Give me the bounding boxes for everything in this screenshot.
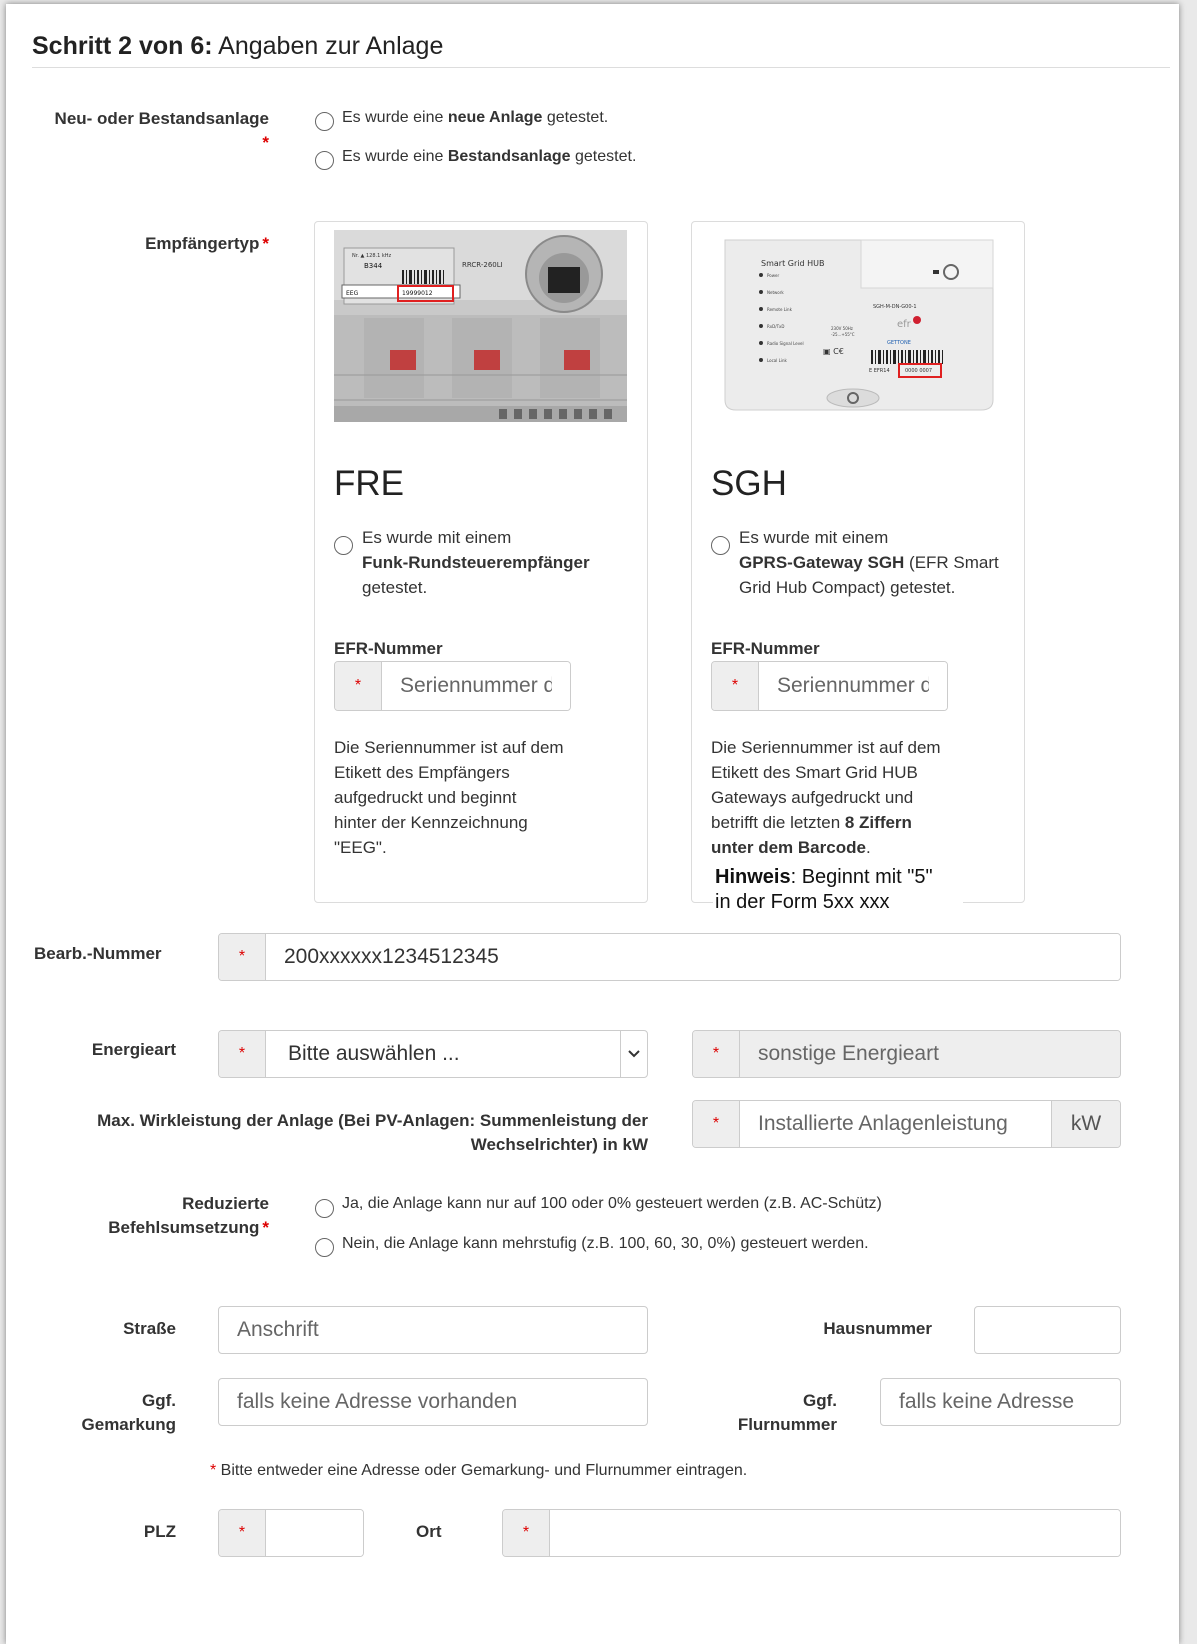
radio-bestandsanlage[interactable] — [315, 151, 334, 170]
efr-nummer-fre-input[interactable] — [382, 662, 570, 710]
svg-text:Radio Signal Level: Radio Signal Level — [767, 341, 804, 346]
svg-text:Network: Network — [767, 290, 784, 295]
sgh-hint: Hinweis: Beginnt mit "5" in der Form 5xx… — [713, 865, 963, 915]
svg-text:-25...+55°C: -25...+55°C — [831, 332, 855, 337]
card-fre-title: FRE — [334, 464, 404, 503]
svg-text:efr: efr — [897, 319, 912, 330]
neu-bestand-label: Neu- oder Bestandsanlage * — [54, 109, 269, 152]
required-marker: * — [219, 934, 266, 980]
sonstige-energieart-input — [740, 1031, 1120, 1077]
bearb-nummer-input[interactable] — [266, 934, 1120, 980]
efr-nummer-label-fre: EFR-Nummer — [334, 639, 443, 658]
bearb-nummer-group: * — [218, 933, 1121, 981]
radio-reduziert-ja[interactable] — [315, 1199, 334, 1218]
bearb-nummer-label: Bearb.-Nummer — [34, 944, 162, 963]
svg-text:Power: Power — [767, 273, 779, 278]
page-title: Schritt 2 von 6: Angaben zur Anlage — [32, 32, 444, 60]
sgh-gateway-image: Smart Grid HUB Power Network Remote Link… — [711, 230, 1004, 422]
efr-nummer-fre-group: * — [334, 661, 571, 711]
efr-nummer-sgh-input[interactable] — [759, 662, 947, 710]
efr-fre-help-text: Die Seriennummer ist auf dem Etikett des… — [334, 738, 564, 857]
svg-text:Nr. ▲ 128.1 kHz: Nr. ▲ 128.1 kHz — [352, 253, 392, 259]
chevron-down-icon[interactable] — [620, 1031, 647, 1077]
unit-kw: kW — [1051, 1101, 1120, 1147]
required-marker: * — [219, 1031, 266, 1077]
title-divider — [32, 67, 1170, 68]
plz-label: PLZ — [143, 1522, 176, 1541]
efr-nummer-sgh-group: * — [711, 661, 948, 711]
efr-sgh-help-text: Die Seriennummer ist auf dem Etikett des… — [711, 738, 941, 857]
ort-input[interactable] — [550, 1510, 1120, 1556]
radio-sgh-label: Es wurde mit einem GPRS-Gateway SGH (EFR… — [739, 528, 999, 597]
gemarkung-input[interactable] — [218, 1378, 648, 1426]
svg-text:▣ C€: ▣ C€ — [823, 347, 844, 356]
radio-bestandsanlage-label: Es wurde eine Bestandsanlage getestet. — [342, 148, 637, 165]
svg-text:Smart Grid HUB: Smart Grid HUB — [761, 259, 824, 268]
plz-group: * — [218, 1509, 364, 1557]
svg-text:Remote Link: Remote Link — [767, 307, 793, 312]
radio-sgh[interactable] — [711, 536, 730, 555]
required-marker: * — [219, 1510, 266, 1556]
efr-nummer-label-sgh: EFR-Nummer — [711, 639, 820, 658]
radio-reduziert-nein-label: Nein, die Anlage kann mehrstufig (z.B. 1… — [342, 1235, 869, 1252]
svg-text:0000 0007: 0000 0007 — [905, 368, 932, 374]
wirkleistung-label: Max. Wirkleistung der Anlage (Bei PV-Anl… — [97, 1111, 648, 1154]
reduzierte-befehlsumsetzung-label: Reduzierte Befehlsumsetzung * — [108, 1194, 269, 1237]
card-fre: Nr. ▲ 128.1 kHz B344 RRCR-260LI EEG 1999… — [314, 221, 648, 903]
svg-text:GETTONE: GETTONE — [887, 340, 911, 346]
strasse-input[interactable] — [218, 1306, 648, 1354]
energieart-select[interactable]: Bitte auswählen ... — [266, 1031, 647, 1077]
svg-text:230V 50Hz: 230V 50Hz — [831, 326, 853, 331]
svg-text:RxD/TxD: RxD/TxD — [767, 324, 784, 329]
card-sgh-title: SGH — [711, 464, 787, 503]
plz-input[interactable] — [266, 1510, 363, 1556]
energieart-select-value: Bitte auswählen ... — [288, 1042, 460, 1065]
required-marker: * — [693, 1101, 740, 1147]
required-marker: * — [712, 662, 759, 710]
energieart-label: Energieart — [91, 1040, 176, 1059]
svg-text:Local Link: Local Link — [767, 358, 788, 363]
wirkleistung-group: * kW — [692, 1100, 1121, 1148]
svg-text:B344: B344 — [364, 262, 383, 270]
gemarkung-label: Ggf. Gemarkung — [81, 1391, 176, 1434]
radio-fre[interactable] — [334, 536, 353, 555]
address-note: * Bitte entweder eine Adresse oder Gemar… — [210, 1462, 748, 1479]
hausnummer-input[interactable] — [974, 1306, 1121, 1354]
required-marker: * — [693, 1031, 740, 1077]
svg-text:E EFR14: E EFR14 — [869, 368, 890, 374]
svg-text:SGH-M-DN-G00-1: SGH-M-DN-G00-1 — [873, 304, 917, 310]
radio-neue-anlage-label: Es wurde eine neue Anlage getestet. — [342, 109, 609, 126]
flurnummer-input[interactable] — [880, 1378, 1121, 1426]
required-marker: * — [335, 662, 382, 710]
form-page: Schritt 2 von 6: Angaben zur Anlage Neu-… — [6, 4, 1179, 1644]
radio-reduziert-nein[interactable] — [315, 1238, 334, 1257]
strasse-label: Straße — [123, 1319, 176, 1338]
svg-text:19999012: 19999012 — [402, 290, 433, 297]
fre-receiver-image: Nr. ▲ 128.1 kHz B344 RRCR-260LI EEG 1999… — [334, 230, 627, 422]
radio-fre-label: Es wurde mit einem Funk-Rundsteuerempfän… — [362, 528, 590, 597]
wirkleistung-input[interactable] — [740, 1101, 1051, 1147]
required-marker: * — [503, 1510, 550, 1556]
ort-label: Ort — [416, 1522, 442, 1541]
sonstige-energieart-group: * — [692, 1030, 1121, 1078]
energieart-group: * Bitte auswählen ... — [218, 1030, 648, 1078]
card-sgh: Smart Grid HUB Power Network Remote Link… — [691, 221, 1025, 903]
svg-text:EEG: EEG — [346, 290, 359, 297]
svg-text:RRCR-260LI: RRCR-260LI — [462, 261, 503, 269]
hausnummer-label: Hausnummer — [823, 1319, 932, 1338]
radio-reduziert-ja-label: Ja, die Anlage kann nur auf 100 oder 0% … — [342, 1195, 882, 1212]
radio-neue-anlage[interactable] — [315, 112, 334, 131]
flurnummer-label: Ggf. Flurnummer — [737, 1391, 837, 1434]
empfaengertyp-label: Empfängertyp * — [145, 234, 269, 253]
ort-group: * — [502, 1509, 1121, 1557]
